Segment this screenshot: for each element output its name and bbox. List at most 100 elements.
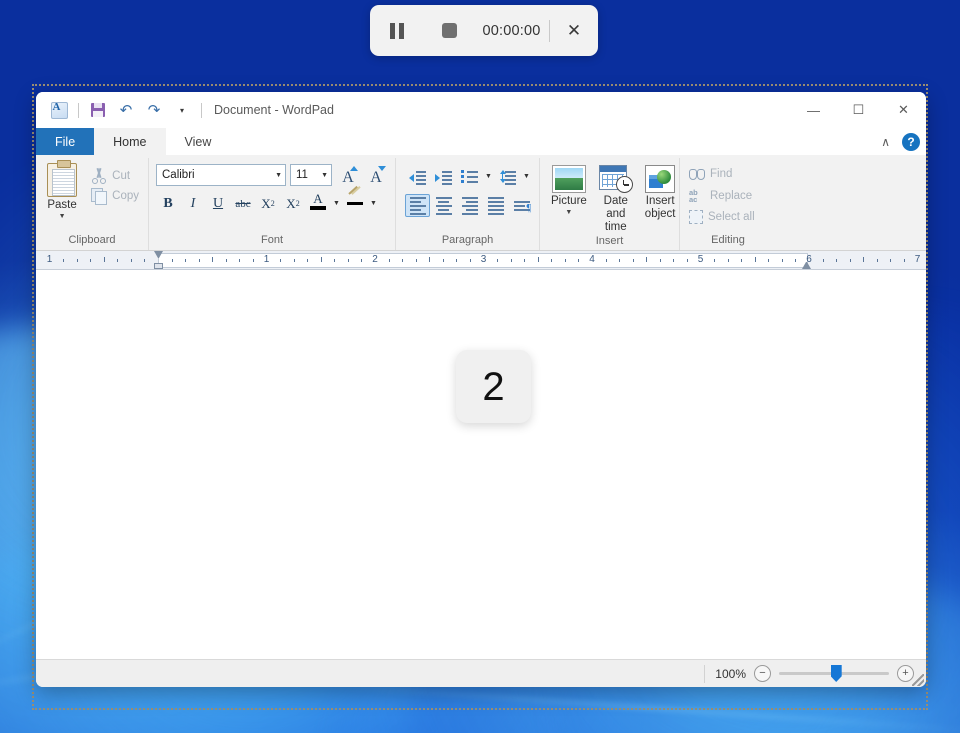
line-spacing-dropdown[interactable]: ▼ <box>521 173 532 180</box>
stop-recording-button[interactable] <box>424 5 474 56</box>
bullets-button[interactable] <box>457 165 482 188</box>
app-icon[interactable] <box>46 98 72 122</box>
ruler-ticks: 11234567 <box>36 251 926 269</box>
subscript-button[interactable]: X2 <box>256 192 280 215</box>
shrink-font-button[interactable]: A <box>364 164 388 186</box>
customize-qat-button[interactable]: ▾ <box>169 98 195 122</box>
font-family-value: Calibri <box>162 169 272 181</box>
ruler-tick <box>172 259 173 262</box>
replace-button[interactable]: abac Replace <box>683 186 773 206</box>
window-controls: — ☐ ✕ <box>791 92 926 128</box>
tab-file[interactable]: File <box>36 128 94 155</box>
date-and-time-button[interactable]: Date and time <box>593 162 639 235</box>
find-button[interactable]: Find <box>683 164 773 184</box>
date-and-time-label-line1: Date and <box>599 195 633 221</box>
close-window-button[interactable]: ✕ <box>881 92 926 128</box>
close-recorder-button[interactable]: ✕ <box>550 5 598 56</box>
tab-view[interactable]: View <box>166 128 231 155</box>
resize-grip[interactable] <box>912 674 924 686</box>
zoom-level-label: 100% <box>715 667 746 681</box>
group-label-clipboard: Clipboard <box>39 234 145 250</box>
ruler-tick <box>551 259 552 262</box>
superscript-button[interactable]: X2 <box>281 192 305 215</box>
caret-down-icon <box>378 166 386 171</box>
maximize-button[interactable]: ☐ <box>836 92 881 128</box>
zoom-slider[interactable] <box>779 665 889 682</box>
line-spacing-button[interactable] <box>495 165 520 188</box>
wordpad-window: ↶ ↷ ▾ Document - WordPad — ☐ ✕ File Home… <box>36 92 926 687</box>
strikethrough-button[interactable]: abc <box>231 192 255 215</box>
bullets-dropdown[interactable]: ▼ <box>483 173 494 180</box>
ruler-tick <box>782 259 783 262</box>
ruler-tick <box>104 257 105 262</box>
ruler-tick <box>904 259 905 262</box>
ribbon-right-controls: ∧ ? <box>877 128 920 155</box>
increase-indent-button[interactable] <box>431 165 456 188</box>
line-spacing-icon <box>499 170 516 184</box>
first-line-indent-marker[interactable] <box>154 251 163 258</box>
zoom-slider-thumb[interactable] <box>831 665 842 682</box>
pause-recording-button[interactable] <box>370 5 424 56</box>
highlight-color-dropdown[interactable]: ▼ <box>368 200 379 207</box>
ruler-tick <box>131 259 132 262</box>
redo-icon[interactable]: ↷ <box>141 98 167 122</box>
italic-button[interactable]: I <box>181 192 205 215</box>
toolbar-divider <box>201 103 202 118</box>
ruler-tick <box>565 259 566 262</box>
copy-button[interactable]: Copy <box>85 186 145 206</box>
quick-access-toolbar: ↶ ↷ ▾ <box>36 98 206 122</box>
ruler-number: 2 <box>372 253 378 267</box>
help-button[interactable]: ? <box>902 133 920 151</box>
text-color-dropdown[interactable]: ▼ <box>331 200 342 207</box>
ruler-tick <box>389 259 390 262</box>
ruler-tick <box>538 257 539 262</box>
align-right-button[interactable] <box>457 194 482 217</box>
ruler[interactable]: 11234567 <box>36 251 926 270</box>
align-left-button[interactable] <box>405 194 430 217</box>
ruler-tick <box>646 257 647 262</box>
cut-button[interactable]: Cut <box>85 166 145 186</box>
save-icon[interactable] <box>85 98 111 122</box>
picture-label: Picture <box>551 195 587 208</box>
ruler-tick <box>239 259 240 262</box>
ruler-number: 1 <box>47 253 53 267</box>
grow-font-button[interactable]: A <box>336 164 360 186</box>
collapse-ribbon-button[interactable]: ∧ <box>877 135 894 149</box>
ruler-tick <box>578 259 579 262</box>
insert-object-button[interactable]: Insert object <box>639 162 682 235</box>
decrease-indent-button[interactable] <box>405 165 430 188</box>
select-all-label: Select all <box>708 211 755 223</box>
document-canvas[interactable]: 2 <box>36 270 926 659</box>
undo-icon[interactable]: ↶ <box>113 98 139 122</box>
ruler-tick <box>823 259 824 262</box>
wallpaper-streak <box>301 682 960 733</box>
highlight-color-button[interactable] <box>343 191 367 216</box>
bold-button[interactable]: B <box>156 192 180 215</box>
minimize-button[interactable]: — <box>791 92 836 128</box>
right-indent-marker[interactable] <box>802 262 811 269</box>
align-center-button[interactable] <box>431 194 456 217</box>
ruler-tick <box>728 259 729 262</box>
underline-button[interactable]: U <box>206 192 230 215</box>
text-color-button[interactable]: A <box>306 191 330 216</box>
superscript-index: 2 <box>296 199 300 208</box>
grow-font-label: A <box>342 170 354 186</box>
select-all-button[interactable]: Select all <box>683 208 773 226</box>
ruler-tick <box>755 257 756 262</box>
tab-home[interactable]: Home <box>94 128 165 155</box>
justify-button[interactable] <box>483 194 508 217</box>
keystroke-label: 2 <box>482 367 504 407</box>
ruler-tick <box>795 259 796 262</box>
ruler-tick <box>402 259 403 262</box>
zoom-out-button[interactable]: − <box>754 665 771 682</box>
ruler-tick <box>348 259 349 262</box>
picture-button[interactable]: Picture ▼ <box>545 162 593 235</box>
ruler-tick <box>768 259 769 262</box>
left-indent-marker[interactable] <box>154 263 163 269</box>
paste-button[interactable]: Paste ▼ <box>39 160 85 234</box>
paragraph-settings-button[interactable]: ¶ <box>509 194 534 217</box>
ribbon-group-insert: Picture ▼ Date and time Insert object In… <box>540 158 680 250</box>
font-size-combobox[interactable]: 11 ▼ <box>290 164 332 186</box>
font-family-combobox[interactable]: Calibri ▼ <box>156 164 286 186</box>
bullet-list-icon <box>461 170 478 184</box>
